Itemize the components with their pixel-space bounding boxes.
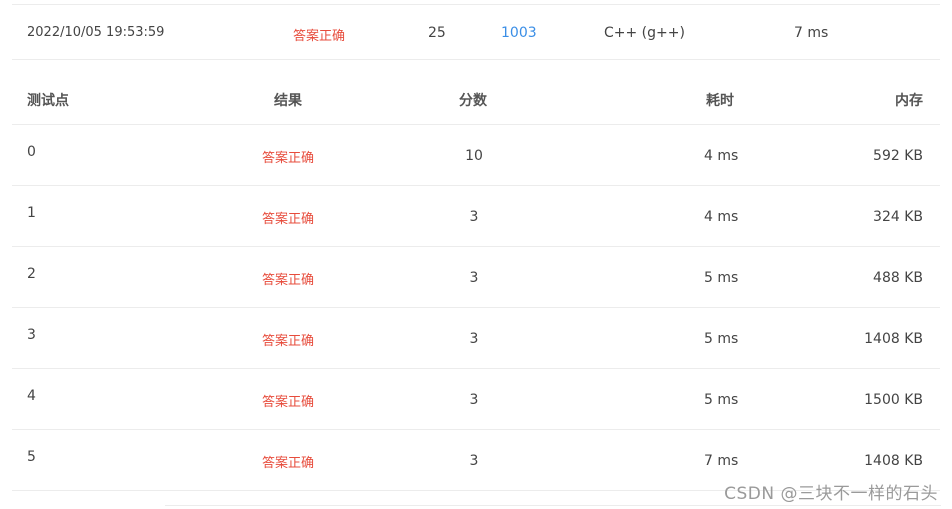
cell-point: 1 <box>27 205 36 221</box>
cell-score: 3 <box>469 209 479 225</box>
cell-point: 4 <box>27 388 36 404</box>
table-row: 3 答案正确 3 5 ms 1408 KB <box>12 308 940 369</box>
submission-language: C++ (g++) <box>604 25 685 41</box>
table-row: 2 答案正确 3 5 ms 488 KB <box>12 247 940 308</box>
cell-result: 答案正确 <box>262 456 315 471</box>
cell-point: 2 <box>27 266 36 282</box>
submission-score: 25 <box>428 25 446 41</box>
cell-memory: 488 KB <box>873 270 923 286</box>
cell-time: 4 ms <box>704 209 739 225</box>
table-row: 0 答案正确 10 4 ms 592 KB <box>12 125 940 186</box>
cell-memory: 592 KB <box>873 148 923 164</box>
cell-score: 3 <box>469 331 479 347</box>
cell-memory: 1500 KB <box>864 392 923 408</box>
submit-time: 2022/10/05 19:53:59 <box>27 25 165 40</box>
cell-score: 10 <box>465 148 483 164</box>
cell-memory: 1408 KB <box>864 453 923 469</box>
header-result: 结果 <box>274 93 302 109</box>
header-point: 测试点 <box>27 93 69 109</box>
csdn-watermark: CSDN @三块不一样的石头 <box>724 484 938 504</box>
problem-id-link[interactable]: 1003 <box>501 25 537 41</box>
header-score: 分数 <box>459 93 487 109</box>
cell-score: 3 <box>469 270 479 286</box>
cell-result: 答案正确 <box>262 334 315 349</box>
test-point-table: 测试点 结果 分数 耗时 内存 0 答案正确 10 4 ms 592 KB 1 … <box>12 70 940 491</box>
cell-result: 答案正确 <box>262 212 315 227</box>
submission-status: 答案正确 <box>293 29 346 44</box>
cell-result: 答案正确 <box>262 395 315 410</box>
table-row: 1 答案正确 3 4 ms 324 KB <box>12 186 940 247</box>
cell-score: 3 <box>469 392 479 408</box>
table-header: 测试点 结果 分数 耗时 内存 <box>12 70 940 125</box>
cell-time: 5 ms <box>704 331 739 347</box>
cell-time: 4 ms <box>704 148 739 164</box>
header-memory: 内存 <box>895 93 923 109</box>
cell-memory: 324 KB <box>873 209 923 225</box>
cell-point: 0 <box>27 144 36 160</box>
cell-memory: 1408 KB <box>864 331 923 347</box>
cell-point: 5 <box>27 449 36 465</box>
cell-result: 答案正确 <box>262 151 315 166</box>
bottom-divider <box>165 505 941 506</box>
cell-point: 3 <box>27 327 36 343</box>
submission-result-page: 2022/10/05 19:53:59 答案正确 25 1003 C++ (g+… <box>0 0 952 509</box>
cell-score: 3 <box>469 453 479 469</box>
cell-time: 5 ms <box>704 392 739 408</box>
table-row: 4 答案正确 3 5 ms 1500 KB <box>12 369 940 430</box>
cell-time: 5 ms <box>704 270 739 286</box>
cell-time: 7 ms <box>704 453 739 469</box>
submission-time: 7 ms <box>794 25 829 41</box>
submission-summary-row: 2022/10/05 19:53:59 答案正确 25 1003 C++ (g+… <box>12 4 940 60</box>
cell-result: 答案正确 <box>262 273 315 288</box>
header-time: 耗时 <box>706 93 734 109</box>
